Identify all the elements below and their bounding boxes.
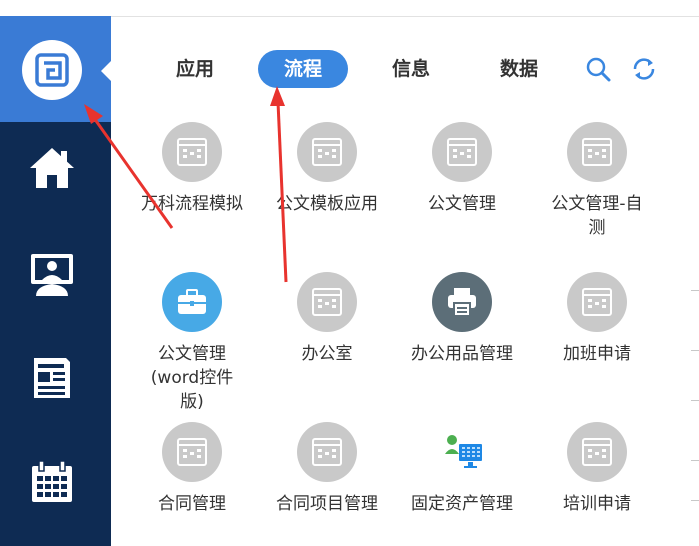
active-indicator (101, 61, 111, 81)
form-icon (297, 122, 357, 182)
briefcase-icon (162, 272, 222, 332)
form-icon (297, 422, 357, 482)
form-icon (432, 122, 492, 182)
tab-apps[interactable]: 应用 (163, 50, 227, 88)
app-item[interactable]: 办公室 (262, 272, 392, 366)
app-item[interactable]: 公文管理(word控件版) (127, 272, 257, 414)
form-icon (162, 122, 222, 182)
refresh-icon (633, 58, 655, 80)
form-icon (567, 272, 627, 332)
sidebar-item-desktop[interactable] (28, 250, 76, 298)
sidebar-item-news[interactable] (28, 354, 76, 402)
app-label: 加班申请 (563, 344, 631, 364)
app-label: 办公用品管理 (411, 344, 513, 364)
printer-icon (432, 272, 492, 332)
tab-info[interactable]: 信息 (379, 50, 443, 88)
form-icon (567, 422, 627, 482)
top-border (0, 0, 699, 17)
form-icon (567, 122, 627, 182)
app-item[interactable]: 固定资产管理 (397, 422, 527, 516)
main-panel: 应用 流程 信息 数据 万科流程模拟 公文模板应用 公文管理 公文管理-自测 公… (111, 16, 699, 546)
sidebar (0, 16, 111, 546)
sidebar-item-calendar[interactable] (28, 458, 76, 506)
form-icon (297, 272, 357, 332)
app-item[interactable]: 培训申请 (532, 422, 662, 516)
sidebar-item-home[interactable] (28, 144, 76, 192)
news-icon (34, 358, 70, 398)
edge-mark (691, 500, 699, 501)
app-label: 固定资产管理 (411, 494, 513, 514)
app-label: 合同管理 (158, 494, 226, 514)
app-item[interactable]: 公文模板应用 (262, 122, 392, 216)
app-label: 公文管理 (428, 194, 496, 214)
app-item[interactable]: 加班申请 (532, 272, 662, 366)
app-item[interactable]: 办公用品管理 (397, 272, 527, 366)
logo-icon (35, 53, 69, 87)
logo[interactable] (22, 40, 82, 100)
search-button[interactable] (585, 56, 611, 82)
app-item[interactable]: 公文管理-自测 (532, 122, 662, 240)
edge-mark (691, 460, 699, 461)
app-item[interactable]: 合同项目管理 (262, 422, 392, 516)
app-label: 办公室 (301, 344, 353, 364)
app-label: 公文管理-自测 (551, 194, 643, 238)
edge-mark (691, 350, 699, 351)
desktop-user-icon (31, 254, 73, 296)
app-label: 公文模板应用 (276, 194, 378, 214)
edge-mark (691, 400, 699, 401)
app-label: 公文管理(word控件版) (150, 344, 234, 412)
form-icon (162, 422, 222, 482)
edge-mark (691, 290, 699, 291)
app-label: 培训申请 (563, 494, 631, 514)
logo-area[interactable] (0, 16, 111, 122)
app-item[interactable]: 合同管理 (127, 422, 257, 516)
tab-process[interactable]: 流程 (258, 50, 348, 88)
home-icon (30, 148, 74, 188)
tab-data[interactable]: 数据 (487, 50, 551, 88)
app-label: 万科流程模拟 (141, 194, 243, 214)
app-item[interactable]: 万科流程模拟 (127, 122, 257, 216)
refresh-button[interactable] (631, 56, 657, 82)
asset-monitor-icon (432, 422, 492, 482)
calendar-icon (32, 460, 72, 502)
app-label: 合同项目管理 (276, 494, 378, 514)
app-item[interactable]: 公文管理 (397, 122, 527, 216)
search-icon (586, 57, 611, 82)
